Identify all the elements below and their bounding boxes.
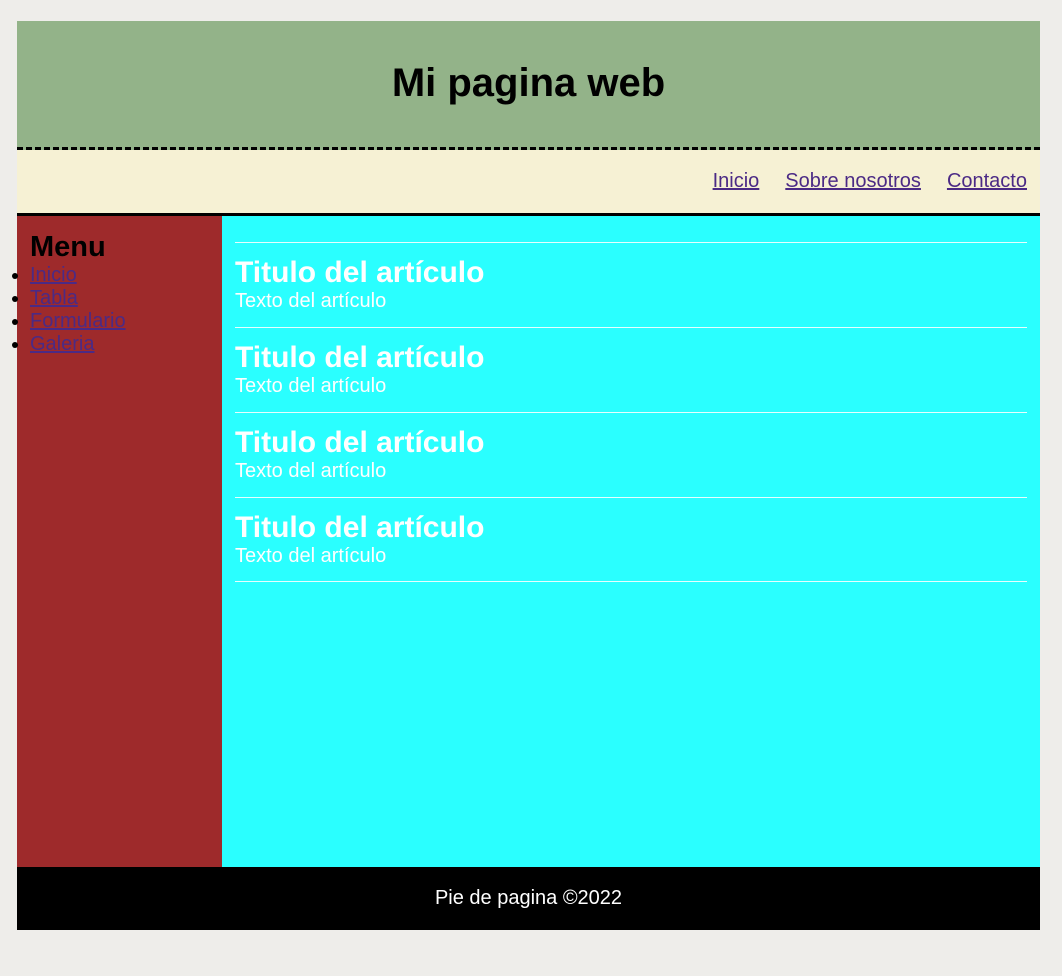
sidebar-title: Menu bbox=[30, 231, 106, 263]
top-navigation: Inicio Sobre nosotros Contacto bbox=[17, 150, 1040, 216]
article-text: Texto del artículo bbox=[235, 375, 387, 397]
article-text: Texto del artículo bbox=[235, 545, 387, 567]
article-title: Titulo del artículo bbox=[235, 426, 485, 459]
sidebar-link-formulario[interactable]: Formulario bbox=[30, 310, 126, 332]
nav-link-contacto[interactable]: Contacto bbox=[947, 170, 1027, 193]
main-layout: Menu Inicio Tabla Formulario Galeria Tit… bbox=[17, 216, 1040, 867]
sidebar: Menu Inicio Tabla Formulario Galeria bbox=[17, 216, 222, 867]
sidebar-link-galeria[interactable]: Galeria bbox=[30, 333, 94, 355]
article: Titulo del artículo Texto del artículo bbox=[235, 412, 1027, 497]
nav-link-inicio[interactable]: Inicio bbox=[713, 170, 760, 193]
site-footer: Pie de pagina ©2022 bbox=[17, 867, 1040, 930]
sidebar-item-galeria: Galeria bbox=[30, 333, 222, 356]
article-title: Titulo del artículo bbox=[235, 256, 485, 289]
article: Titulo del artículo Texto del artículo bbox=[235, 242, 1027, 327]
site-header: Mi pagina web bbox=[17, 21, 1040, 150]
article-title: Titulo del artículo bbox=[235, 511, 485, 544]
article-title: Titulo del artículo bbox=[235, 341, 485, 374]
sidebar-item-inicio: Inicio bbox=[30, 264, 222, 287]
sidebar-item-formulario: Formulario bbox=[30, 310, 222, 333]
footer-text: Pie de pagina ©2022 bbox=[434, 887, 623, 909]
sidebar-link-tabla[interactable]: Tabla bbox=[30, 287, 78, 309]
main-content: Titulo del artículo Texto del artículo T… bbox=[222, 216, 1040, 867]
article-text: Texto del artículo bbox=[235, 290, 387, 312]
article: Titulo del artículo Texto del artículo bbox=[235, 327, 1027, 412]
sidebar-menu: Inicio Tabla Formulario Galeria bbox=[30, 264, 222, 356]
nav-link-sobre-nosotros[interactable]: Sobre nosotros bbox=[785, 170, 921, 193]
sidebar-item-tabla: Tabla bbox=[30, 287, 222, 310]
sidebar-link-inicio[interactable]: Inicio bbox=[30, 264, 77, 286]
article: Titulo del artículo Texto del artículo bbox=[235, 497, 1027, 582]
article-text: Texto del artículo bbox=[235, 460, 387, 482]
page-container: Mi pagina web Inicio Sobre nosotros Cont… bbox=[17, 21, 1040, 930]
site-title: Mi pagina web bbox=[391, 60, 666, 105]
